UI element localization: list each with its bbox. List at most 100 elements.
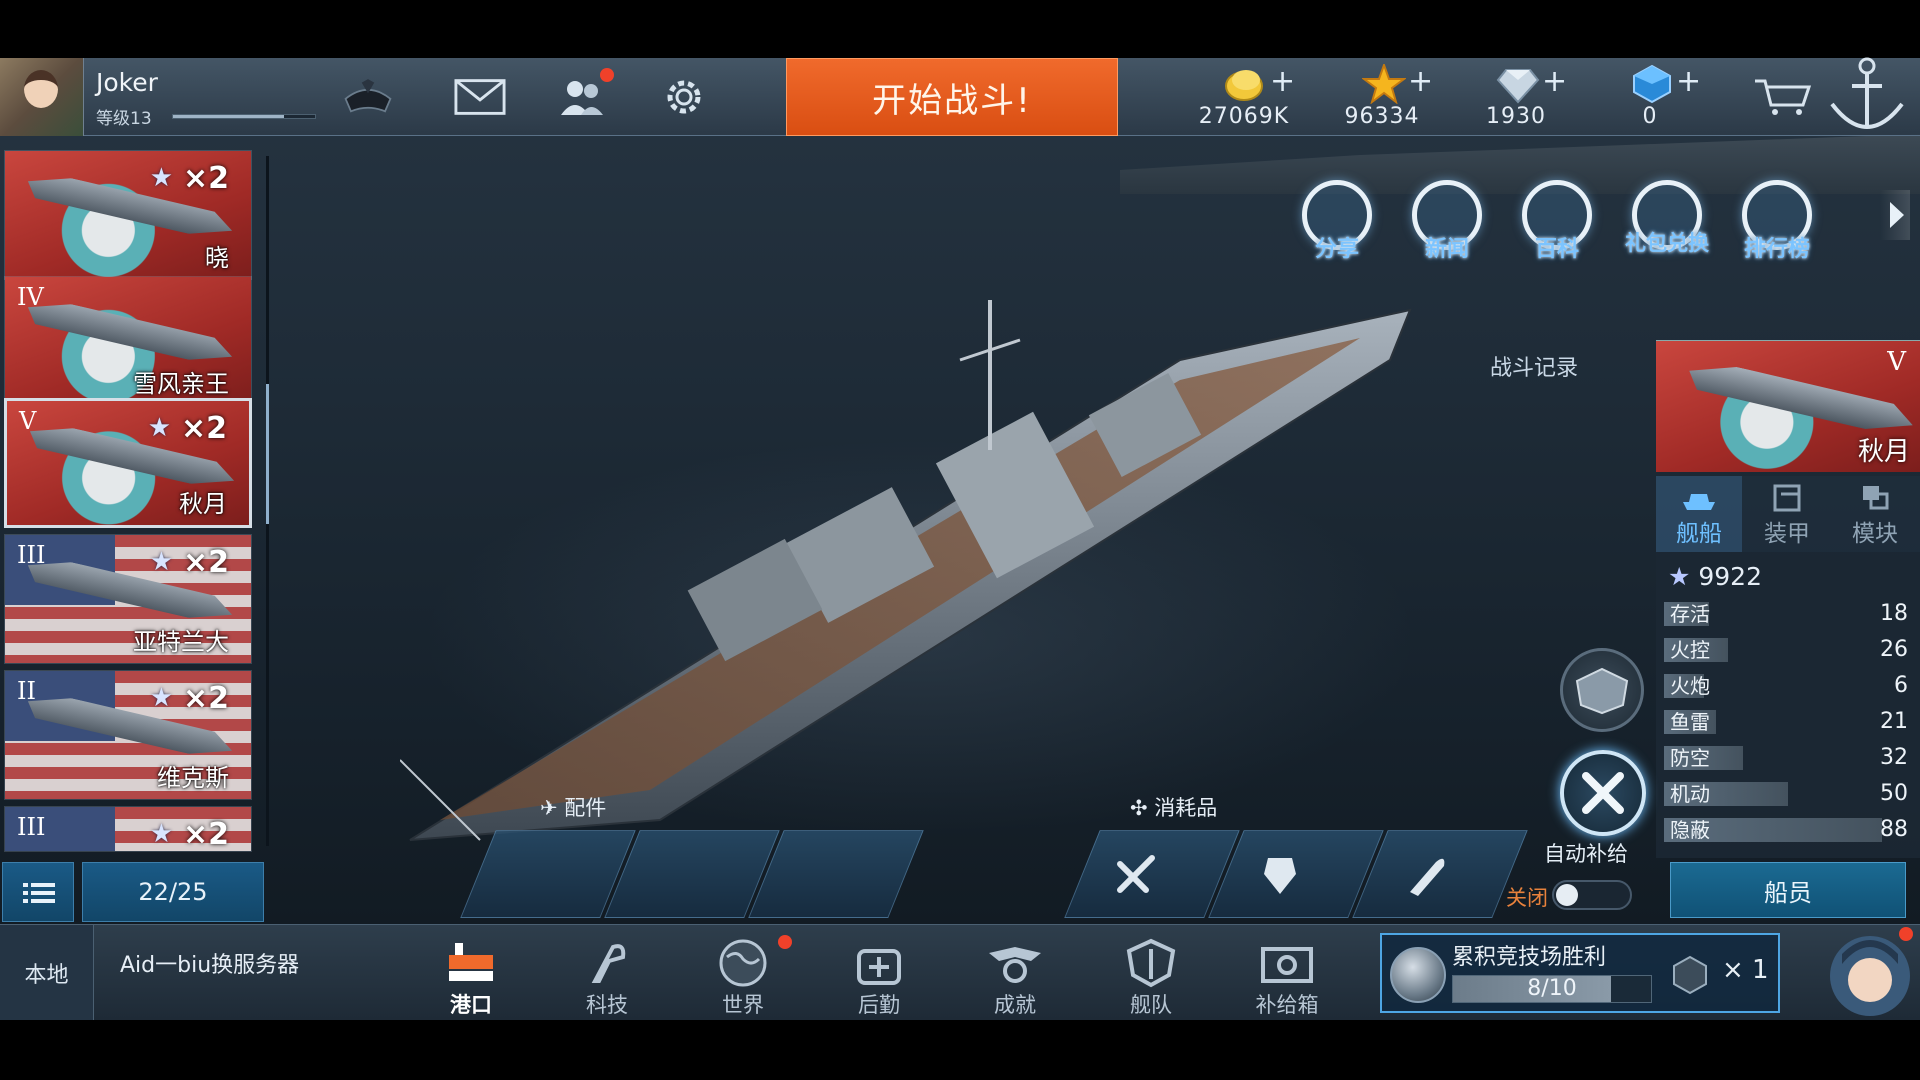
- stat-label: 机动: [1670, 782, 1710, 806]
- destroyer-model: [400, 300, 1412, 841]
- crystal-resource[interactable]: + 0: [1590, 58, 1710, 136]
- player-level: 等级13: [96, 109, 152, 129]
- hex-crate-icon: [1673, 955, 1707, 995]
- ship-info-panel: V 秋月 舰船 装甲 模块 ★ 9922 存活 18 火控 26 火炮 6 鱼雷 21 防空 32…: [1656, 340, 1920, 922]
- camouflage-emblem-button[interactable]: [1560, 648, 1644, 732]
- repair-party-icon: [1264, 858, 1296, 894]
- stat-value: 88: [1880, 817, 1908, 842]
- ship-icon: [1683, 494, 1715, 510]
- emblem-icon: [1575, 667, 1629, 715]
- repair-button[interactable]: [1560, 750, 1646, 836]
- stat-label: 防空: [1670, 746, 1710, 770]
- expand-menu-arrow[interactable]: [1880, 190, 1910, 240]
- stat-value: 26: [1880, 637, 1908, 662]
- consumables-label: ✣ 消耗品: [1130, 796, 1218, 820]
- gold-resource[interactable]: + 27069K: [1184, 58, 1304, 136]
- top-bar: Joker 等级13 开始战斗! + 27069K + 96334 + 1930…: [0, 57, 1920, 136]
- arena-progress-value: 8/10: [1527, 976, 1577, 1001]
- plane-icon: ✈: [540, 796, 558, 820]
- bottom-bar: 本地 Aid一biu换服务器 港口 科技 世界 后勤 成就 舰队 补给箱 累积竞…: [0, 924, 1920, 1021]
- nav-supply-box[interactable]: 补给箱: [1222, 925, 1352, 1021]
- tab-ship[interactable]: 舰船: [1656, 476, 1742, 552]
- stat-row: 火控 26: [1664, 636, 1912, 664]
- ship-count-button[interactable]: 22/25: [82, 862, 264, 922]
- player-name: Joker: [96, 68, 158, 97]
- star-resource[interactable]: + 96334: [1322, 58, 1442, 136]
- star-icon: ★: [149, 163, 173, 193]
- battle-log-link[interactable]: 战斗记录: [1490, 350, 1578, 382]
- tab-armor[interactable]: 装甲: [1744, 476, 1830, 552]
- ship-card-akizuki[interactable]: V ★ ×2 秋月: [4, 398, 252, 528]
- arena-orb-icon: [1390, 947, 1446, 1003]
- stat-row: 存活 18: [1664, 600, 1912, 628]
- stat-value: 6: [1894, 673, 1908, 698]
- crystal-icon: [1633, 64, 1671, 104]
- auto-supply-state: 关闭: [1506, 886, 1548, 910]
- ship-stats: ★ 9922 存活 18 火控 26 火炮 6 鱼雷 21 防空 32 机动 50 隐蔽 88: [1656, 552, 1920, 858]
- stat-value: 32: [1880, 745, 1908, 770]
- world-badge: [778, 935, 792, 949]
- assistant-avatar[interactable]: [1818, 924, 1918, 1020]
- ship-card-wickes[interactable]: II ★ ×2 维克斯: [4, 670, 252, 800]
- nav-logistics[interactable]: 后勤: [814, 925, 944, 1021]
- shell-icon: [1410, 858, 1445, 896]
- crew-button[interactable]: 船员: [1670, 862, 1906, 918]
- ship-tabs: 舰船 装甲 模块: [1656, 476, 1920, 552]
- shop-cart-icon[interactable]: [1752, 74, 1814, 120]
- leaderboard-button[interactable]: 排行榜: [1732, 180, 1822, 270]
- auto-supply-toggle[interactable]: [1552, 880, 1632, 910]
- selected-ship-portrait[interactable]: V 秋月: [1656, 340, 1920, 472]
- gift-exchange-button[interactable]: 礼包兑换: [1622, 180, 1712, 270]
- nav-world[interactable]: 世界: [678, 925, 808, 1021]
- auto-supply-label: 自动补给: [1544, 842, 1628, 866]
- settings-gear-icon[interactable]: [658, 74, 710, 120]
- mail-icon[interactable]: [454, 74, 506, 120]
- diamond-resource[interactable]: + 1930: [1456, 58, 1576, 136]
- news-button[interactable]: 新闻: [1402, 180, 1492, 270]
- local-button[interactable]: 本地: [0, 925, 94, 1021]
- logistics-icon: [857, 949, 901, 985]
- nav-achievement[interactable]: 成就: [950, 925, 1080, 1021]
- nav-tech[interactable]: 科技: [542, 925, 672, 1021]
- diamond-icon: [1496, 69, 1540, 104]
- stat-label: 火控: [1670, 638, 1710, 662]
- stat-row: 隐蔽 88: [1664, 816, 1912, 844]
- ship-card-partial[interactable]: III ★ ×2: [4, 806, 252, 852]
- arena-reward-count: × 1: [1722, 955, 1769, 985]
- stat-label: 隐蔽: [1670, 818, 1710, 842]
- damage-control-icon: [1117, 855, 1155, 893]
- ship-card-akatsuki[interactable]: ★ ×2 晓: [4, 150, 252, 280]
- nav-fleet[interactable]: 舰队: [1086, 925, 1216, 1021]
- start-battle-button[interactable]: 开始战斗!: [786, 58, 1118, 136]
- stat-row: 火炮 6: [1664, 672, 1912, 700]
- stat-row: 机动 50: [1664, 780, 1912, 808]
- share-button[interactable]: 分享: [1292, 180, 1382, 270]
- combat-power: ★ 9922: [1668, 562, 1762, 591]
- ship-list-scrollbar[interactable]: [266, 156, 269, 846]
- arena-progress-panel[interactable]: 累积竞技场胜利 8/10 × 1: [1380, 933, 1780, 1013]
- star-icon: ★: [149, 819, 173, 849]
- stat-value: 50: [1880, 781, 1908, 806]
- commander-icon[interactable]: [342, 74, 394, 120]
- stat-label: 存活: [1670, 602, 1710, 626]
- supply-box-icon: [1261, 947, 1313, 983]
- world-icon: [719, 939, 767, 987]
- ship-card-atlanta[interactable]: III ★ ×2 亚特兰大: [4, 534, 252, 664]
- friends-icon[interactable]: [556, 68, 614, 120]
- anchor-icon[interactable]: [1822, 52, 1912, 142]
- wrench-hammer-icon: [1582, 772, 1624, 814]
- encyclopedia-button[interactable]: 百科: [1512, 180, 1602, 270]
- nav-harbor[interactable]: 港口: [406, 925, 536, 1021]
- list-menu-button[interactable]: [2, 862, 74, 922]
- star-icon: ★: [1668, 562, 1691, 591]
- star-icon: ★: [147, 413, 171, 443]
- star-icon: ★: [149, 547, 173, 577]
- stat-row: 鱼雷 21: [1664, 708, 1912, 736]
- stat-value: 21: [1880, 709, 1908, 734]
- tab-module[interactable]: 模块: [1832, 476, 1918, 552]
- tech-icon: [591, 944, 626, 983]
- player-avatar[interactable]: [0, 58, 84, 136]
- xp-bar: [172, 114, 316, 119]
- list-icon: [23, 883, 55, 903]
- ship-card-yukikaze[interactable]: IV 雪风亲王: [4, 276, 252, 406]
